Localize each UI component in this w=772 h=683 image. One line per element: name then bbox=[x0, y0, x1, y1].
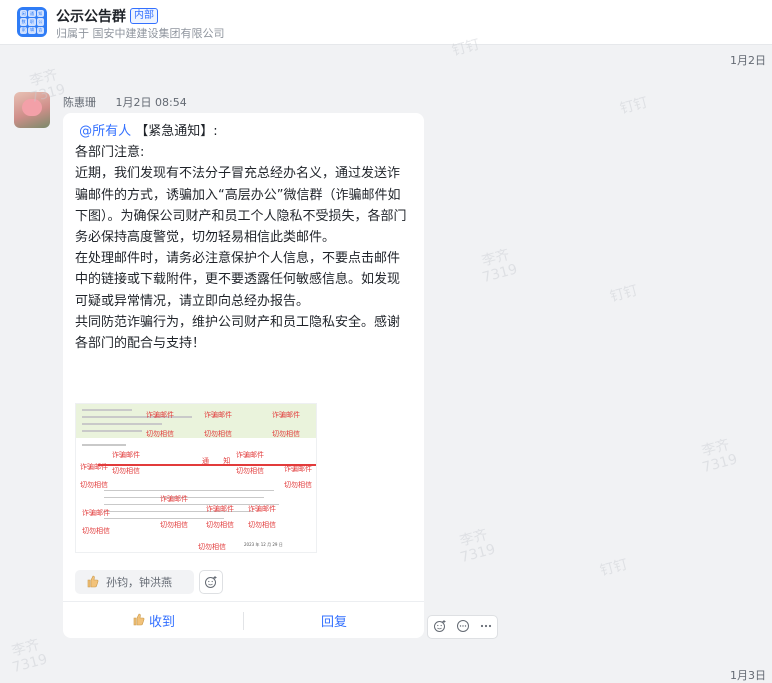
message-action-bar: 收到 回复 bbox=[63, 601, 424, 639]
mention-all[interactable]: @所有人 bbox=[79, 124, 131, 139]
watermark: 李齐 7319 bbox=[458, 526, 498, 567]
reaction-users: 孙钧，钟洪燕 bbox=[106, 576, 172, 589]
watermark: 钉钉 bbox=[618, 94, 650, 118]
date-separator: 1月2日 bbox=[730, 54, 766, 67]
logo-glyph: 职 bbox=[28, 18, 36, 26]
logo-glyph: 知 bbox=[36, 10, 44, 18]
scam-stamp: 诈骗邮件 bbox=[284, 465, 312, 473]
watermark: 李齐 7319 bbox=[700, 436, 740, 477]
add-reaction-button[interactable] bbox=[199, 570, 223, 594]
message-text: @所有人 【紧急通知】: 各部门注意: 近期，我们发现有不法分子冒充总经办名义，… bbox=[75, 121, 411, 354]
logo-glyph: 吉 bbox=[36, 26, 44, 34]
beware-stamp: 切勿相信 bbox=[236, 467, 264, 475]
logo-glyph: 家 bbox=[20, 26, 28, 34]
message-timestamp: 1月2日 08:54 bbox=[115, 96, 187, 109]
logo-glyph: 闲 bbox=[20, 10, 28, 18]
message-line: @所有人 【紧急通知】: bbox=[75, 121, 411, 142]
beware-stamp: 切勿相信 bbox=[160, 521, 188, 529]
beware-stamp: 切勿相信 bbox=[82, 527, 110, 535]
scam-stamp: 诈骗邮件 bbox=[236, 451, 264, 459]
logo-glyph: 公 bbox=[36, 18, 44, 26]
scam-stamp: 诈骗邮件 bbox=[146, 411, 174, 419]
beware-stamp: 切勿相信 bbox=[206, 521, 234, 529]
thumbs-up-icon bbox=[131, 612, 145, 630]
group-avatar[interactable]: 闲 通 知 数 职 公 家 辑 吉 bbox=[17, 7, 47, 37]
beware-stamp: 切勿相信 bbox=[204, 430, 232, 438]
more-icon[interactable] bbox=[479, 619, 493, 636]
sender-info: 陈惠珊 1月2日 08:54 bbox=[63, 94, 187, 110]
reply-label: 回复 bbox=[320, 615, 347, 630]
logo-glyph: 数 bbox=[20, 18, 28, 26]
acknowledge-label: 收到 bbox=[148, 615, 175, 630]
internal-badge: 内部 bbox=[130, 8, 158, 24]
message-hover-toolbar bbox=[427, 615, 498, 639]
reaction-pill[interactable]: 孙钧，钟洪燕 bbox=[75, 570, 194, 594]
scam-stamp: 诈骗邮件 bbox=[112, 451, 140, 459]
group-owner-text: 归属于 国安中建建设集团有限公司 bbox=[56, 27, 225, 40]
message-paragraph: 各部门注意: bbox=[75, 145, 145, 161]
message-paragraph: 共同防范诈骗行为，维护公司财产和员工隐私安全。感谢各部门的配合与支持！ bbox=[75, 314, 401, 352]
message-bubble[interactable]: @所有人 【紧急通知】: 各部门注意: 近期，我们发现有不法分子冒充总经办名义，… bbox=[63, 113, 424, 638]
title-row: 公示公告群 内部 bbox=[56, 6, 158, 26]
scam-stamp: 诈骗邮件 bbox=[248, 505, 276, 513]
email-date: 2023 年 12 月 29 日 bbox=[244, 542, 283, 547]
chat-header: 闲 通 知 数 职 公 家 辑 吉 公示公告群 内部 归属于 国安中建建设集团有… bbox=[0, 0, 772, 45]
scam-stamp: 诈骗邮件 bbox=[82, 509, 110, 517]
scam-stamp: 诈骗邮件 bbox=[206, 505, 234, 513]
message-paragraph: 近期，我们发现有不法分子冒充总经办名义，通过发送诈骗邮件的方式，诱骗加入“高层办… bbox=[75, 166, 407, 246]
sender-name[interactable]: 陈惠珊 bbox=[63, 96, 96, 109]
watermark: 李齐 7319 bbox=[10, 636, 50, 677]
beware-stamp: 切勿相信 bbox=[272, 430, 300, 438]
beware-stamp: 切勿相信 bbox=[198, 543, 226, 551]
logo-glyph: 通 bbox=[28, 10, 36, 18]
beware-stamp: 切勿相信 bbox=[248, 521, 276, 529]
sender-avatar[interactable] bbox=[14, 92, 50, 128]
watermark: 钉钉 bbox=[598, 556, 630, 580]
acknowledge-button[interactable]: 收到 bbox=[63, 611, 243, 630]
comment-icon[interactable] bbox=[456, 619, 470, 636]
scam-stamp: 诈骗邮件 bbox=[80, 463, 108, 471]
scam-email-image[interactable]: 诈骗邮件 诈骗邮件 诈骗邮件 切勿相信 切勿相信 切勿相信 诈骗邮件 诈骗邮件 … bbox=[75, 403, 317, 553]
beware-stamp: 切勿相信 bbox=[284, 481, 312, 489]
scam-stamp: 诈骗邮件 bbox=[160, 495, 188, 503]
scam-stamp: 诈骗邮件 bbox=[204, 411, 232, 419]
watermark: 钉钉 bbox=[608, 282, 640, 306]
group-title[interactable]: 公示公告群 bbox=[56, 6, 126, 26]
beware-stamp: 切勿相信 bbox=[80, 481, 108, 489]
logo-glyph: 辑 bbox=[28, 26, 36, 34]
emoji-add-icon bbox=[205, 576, 217, 588]
thumbs-up-icon bbox=[85, 574, 99, 591]
watermark: 李齐 7319 bbox=[480, 246, 520, 287]
emoji-add-icon[interactable] bbox=[433, 619, 447, 636]
beware-stamp: 切勿相信 bbox=[112, 467, 140, 475]
scam-stamp: 诈骗邮件 bbox=[272, 411, 300, 419]
beware-stamp: 切勿相信 bbox=[146, 430, 174, 438]
message-heading: 【紧急通知】: bbox=[131, 124, 218, 139]
reply-button[interactable]: 回复 bbox=[244, 611, 424, 630]
message-paragraph: 在处理邮件时，请务必注意保护个人信息，不要点击邮件中的链接或下载附件，更不要透露… bbox=[75, 251, 401, 309]
